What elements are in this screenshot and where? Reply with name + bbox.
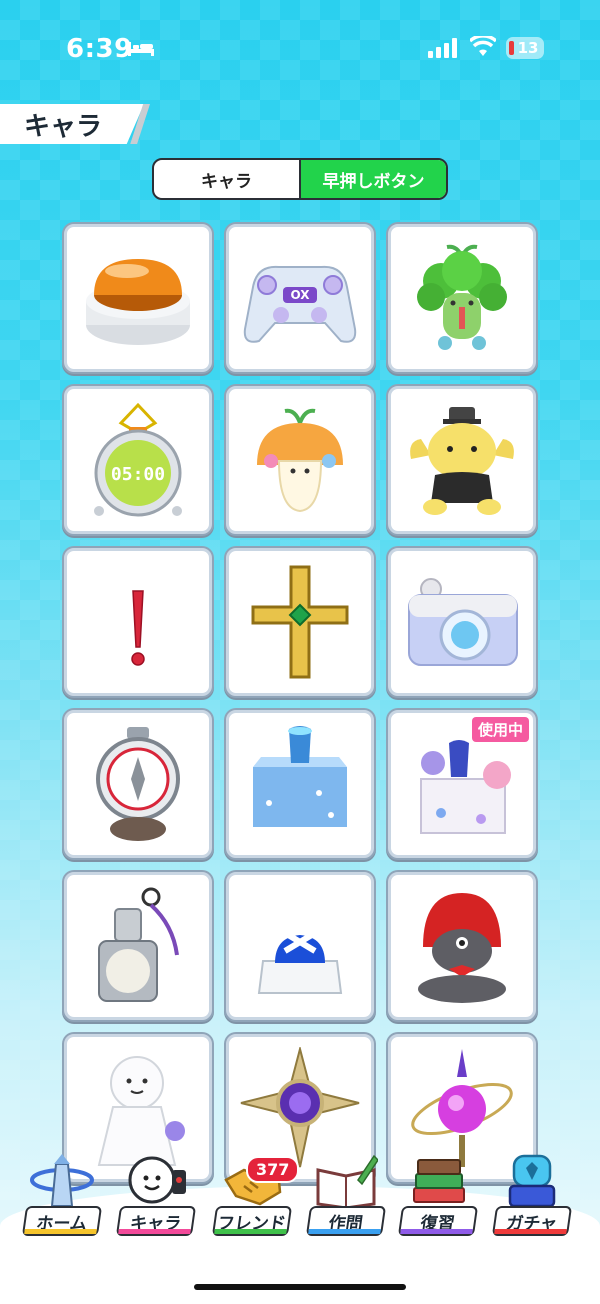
sleep-bed-icon [128,42,154,56]
grid-item-mushroom-character[interactable] [226,386,374,534]
nav-create-question[interactable]: 作問 [304,1150,388,1242]
water-cube-icon [253,726,347,827]
broccoli-character-icon [417,244,507,350]
nav-review-label: 復習 [397,1206,479,1236]
gacha-machine-icon [508,1154,556,1208]
cellular-signal-icon [428,38,457,58]
stopwatch-icon: 05:00 [94,402,182,517]
nav-friend[interactable]: 377 フレンド [210,1150,300,1242]
nav-home-label: ホーム [21,1206,103,1236]
game-controller-icon: OX [243,265,357,343]
page-title: キャラ [24,112,103,142]
golden-cross-icon [251,565,349,679]
bottom-navigation: ホーム キャラ 377 フレンド 作問 復習 ガチャ [0,1150,600,1250]
pocket-watch-icon [96,727,180,841]
grid-item-toy-camera[interactable] [388,548,536,696]
wifi-icon [470,36,496,56]
tab-character[interactable]: キャラ [154,160,299,198]
nav-friend-label: フレンド [211,1206,293,1236]
grid-item-blue-ribbon-buzzer[interactable] [226,872,374,1020]
svg-text:OX: OX [290,288,310,302]
nav-gacha-label: ガチャ [491,1206,573,1236]
nav-home[interactable]: ホーム [20,1150,104,1242]
keychain-buzzer-icon [98,887,179,1002]
nav-review[interactable]: 復習 [396,1150,480,1242]
grid-item-hydrangea-cube[interactable]: 使用中 [388,710,536,858]
grid-item-yellow-dog[interactable] [388,386,536,534]
in-use-badge: 使用中 [471,717,529,742]
nav-create-question-label: 作問 [305,1206,387,1236]
grid-item-broccoli-character[interactable] [388,224,536,372]
grid-item-water-cube[interactable] [226,710,374,858]
character-face-icon [128,1156,186,1204]
nav-character-stripe [118,1229,191,1234]
red-hood-wolf-icon [418,893,506,1003]
grid-item-golden-cross[interactable] [226,548,374,696]
home-indicator[interactable] [194,1284,406,1290]
battery-indicator: 13 [506,37,544,59]
exclamation-icon [131,590,145,666]
blue-ribbon-buzzer-icon [257,930,343,994]
grid-item-red-exclamation[interactable] [64,548,212,696]
stopwatch-display: 05:00 [111,464,165,485]
friend-notification-badge: 377 [246,1156,300,1183]
nav-character-label: キャラ [115,1206,197,1236]
grid-item-game-controller[interactable]: OX [226,224,374,372]
status-time: 6:39 [66,34,133,64]
nav-character[interactable]: キャラ [114,1150,198,1242]
nav-gacha-stripe [494,1229,567,1234]
battery-low-level [509,41,514,55]
nav-review-stripe [400,1229,473,1234]
grid-item-pocket-watch[interactable] [64,710,212,858]
nav-home-stripe [24,1229,97,1234]
nav-gacha[interactable]: ガチャ [490,1150,574,1242]
notebook-pencil-icon [316,1154,378,1210]
nav-create-question-stripe [308,1229,381,1234]
book-stack-icon [413,1159,465,1203]
grid-item-stopwatch[interactable]: 05:00 [64,386,212,534]
mushroom-character-icon [257,408,343,513]
category-segmented-control: キャラ 早押しボタン [152,158,448,200]
nav-friend-stripe [214,1229,287,1234]
grid-item-keychain-buzzer[interactable] [64,872,212,1020]
grid-item-orange-buzzer[interactable] [64,224,212,372]
status-bar: 6:39 13 [0,0,600,96]
yellow-dog-icon [410,407,514,515]
battery-level: 13 [517,39,539,57]
camera-icon [408,578,518,666]
home-tower-icon [30,1154,94,1207]
grid-item-red-hood-wolf[interactable] [388,872,536,1020]
orange-buzzer-icon [86,259,190,345]
tab-buzzer-button[interactable]: 早押しボタン [299,160,446,198]
